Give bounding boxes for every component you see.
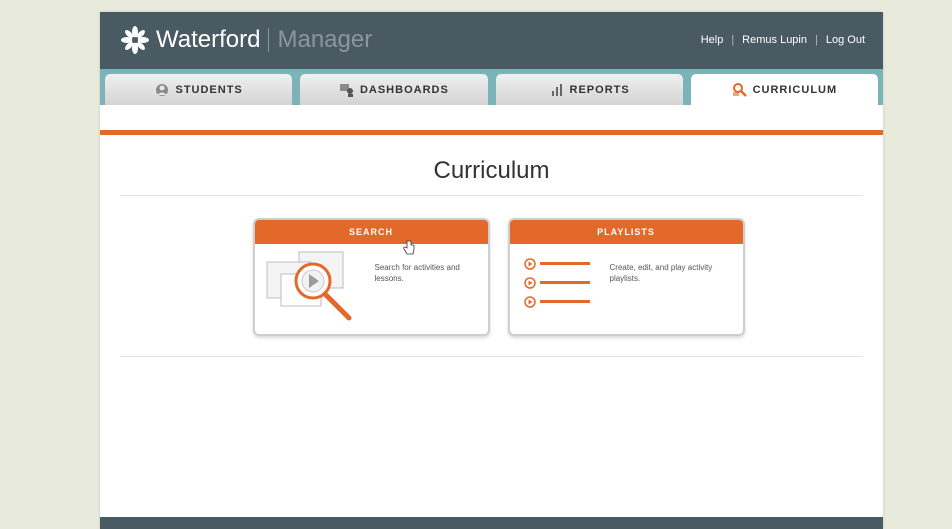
- playlists-card[interactable]: PLAYLISTS Create, edit, and play activit…: [507, 218, 745, 336]
- tab-dashboards-label: DASHBOARDS: [359, 83, 449, 96]
- tab-bar: STUDENTS DASHBOARDS REPORTS CURRICULUM: [100, 69, 883, 105]
- playlists-card-description: Create, edit, and play activity playlist…: [609, 263, 713, 283]
- tab-students[interactable]: STUDENTS: [105, 74, 293, 105]
- tab-reports[interactable]: REPORTS: [495, 74, 683, 105]
- search-video-icon: [266, 251, 351, 321]
- logo-separator: [268, 28, 270, 52]
- brand-name: Waterford: [156, 26, 261, 53]
- accent-rule: [100, 130, 883, 135]
- user-name-link[interactable]: Remus Lupin: [742, 34, 807, 46]
- tab-dashboards[interactable]: DASHBOARDS: [300, 74, 488, 105]
- curriculum-icon: [732, 82, 747, 97]
- hand-pointer-cursor: [403, 240, 415, 255]
- nav-divider: |: [815, 34, 818, 46]
- logo[interactable]: Waterford Manager: [120, 24, 372, 56]
- footer: [100, 517, 883, 529]
- subheader-area: [100, 105, 883, 135]
- nav-divider: |: [731, 34, 735, 46]
- tab-curriculum-label: CURRICULUM: [752, 83, 838, 96]
- app-window: Waterford Manager Help | Remus Lupin | L…: [100, 12, 883, 529]
- tab-curriculum[interactable]: CURRICULUM: [690, 74, 878, 105]
- search-card-title: SEARCH: [254, 220, 488, 244]
- students-icon: [156, 83, 169, 96]
- search-card-body: Search for activities and lessons.: [255, 244, 488, 334]
- search-card[interactable]: SEARCH Search for activities and lessons…: [252, 218, 490, 336]
- reports-icon: [551, 83, 562, 96]
- tab-students-label: STUDENTS: [175, 83, 243, 96]
- divider: [120, 195, 863, 196]
- logout-link[interactable]: Log Out: [826, 34, 865, 46]
- tab-reports-label: REPORTS: [569, 83, 630, 96]
- divider: [120, 356, 863, 357]
- card-container: SEARCH Search for activities and lessons…: [100, 218, 883, 336]
- header: Waterford Manager Help | Remus Lupin | L…: [100, 12, 883, 69]
- page-title: Curriculum: [433, 157, 550, 184]
- help-link[interactable]: Help: [701, 34, 724, 46]
- waterford-flower-icon: [121, 26, 149, 54]
- product-name: Manager: [277, 26, 373, 53]
- playlists-card-body: Create, edit, and play activity playlist…: [510, 244, 743, 334]
- dashboards-icon: [339, 83, 353, 97]
- search-card-description: Search for activities and lessons.: [374, 263, 460, 283]
- playlists-card-title: PLAYLISTS: [509, 220, 743, 244]
- top-nav: Help | Remus Lupin | Log Out: [701, 34, 865, 46]
- playlist-icon: [523, 258, 590, 308]
